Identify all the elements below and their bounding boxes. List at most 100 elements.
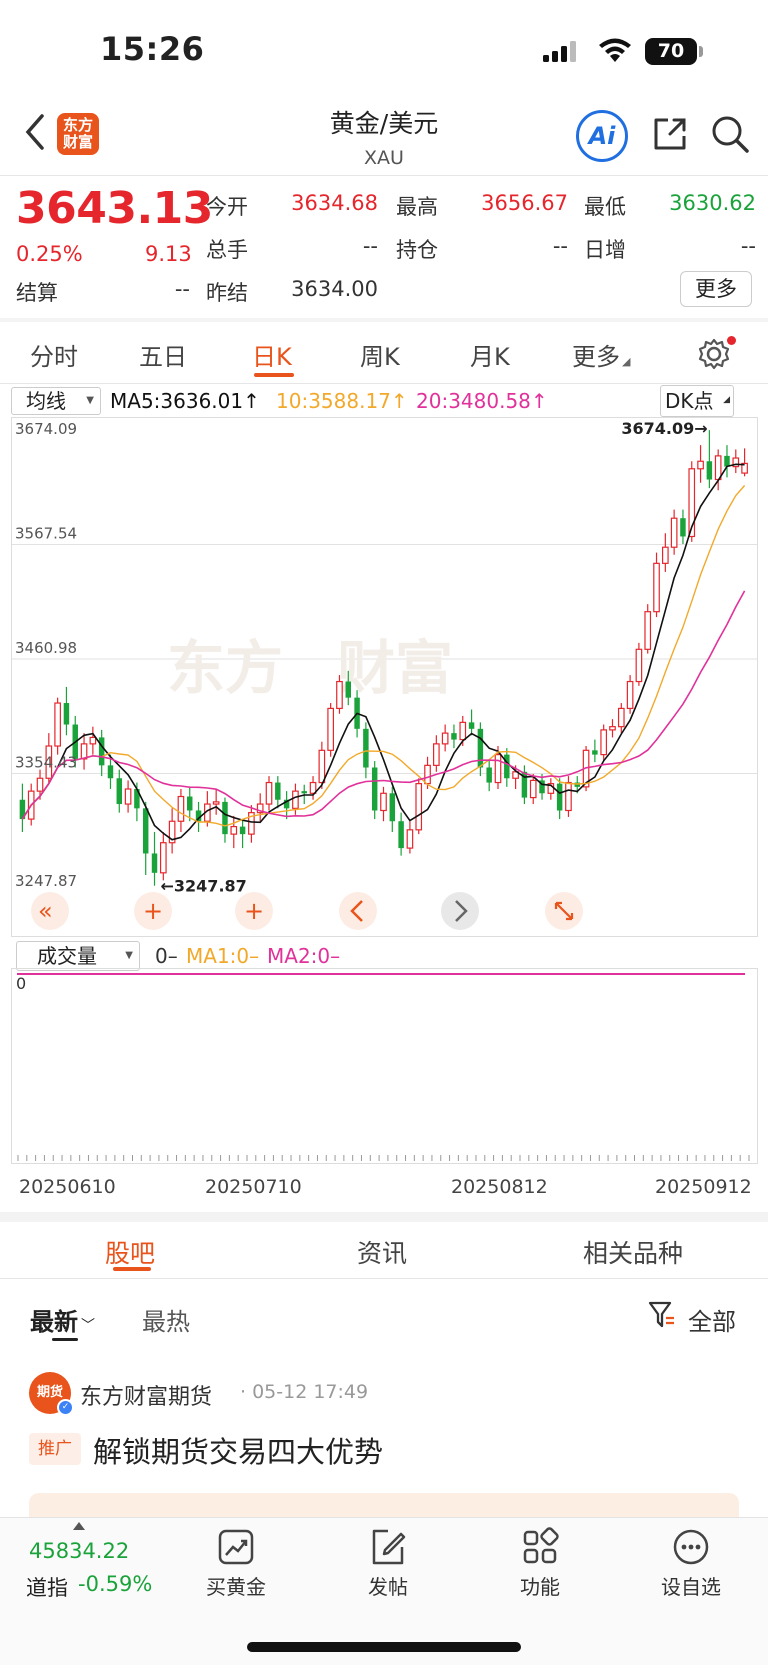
y-tick-label: 3247.87 bbox=[15, 872, 77, 890]
more-quote-button[interactable]: 更多 bbox=[680, 271, 752, 307]
caret-up-icon[interactable] bbox=[73, 1522, 85, 1530]
candle-body bbox=[371, 767, 378, 811]
filter-latest-label: 最新 bbox=[30, 1308, 78, 1336]
post-button[interactable]: 发帖 bbox=[338, 1571, 438, 1600]
volume-chart[interactable]: 0 bbox=[11, 968, 758, 1164]
volume-ma1: MA1:0– bbox=[186, 944, 260, 968]
candle-body bbox=[477, 728, 484, 768]
battery-indicator: 70 bbox=[645, 38, 697, 65]
candle-body bbox=[345, 681, 352, 698]
candle-body bbox=[635, 648, 643, 683]
post-author[interactable]: 东方财富期货 bbox=[80, 1379, 212, 1411]
tab-intraday[interactable]: 分时 bbox=[30, 337, 78, 372]
tab-daily-k[interactable]: 日K bbox=[252, 337, 292, 372]
ma10-value: 10:3588.17↑ bbox=[276, 389, 408, 413]
indicator-select[interactable]: 均线 ▼ bbox=[11, 387, 101, 415]
candle-body bbox=[230, 826, 238, 835]
watermark-logo: 东方 bbox=[167, 634, 283, 702]
plus-icon-left: + bbox=[143, 897, 163, 925]
share-icon[interactable] bbox=[650, 114, 690, 154]
candle-body bbox=[644, 611, 652, 650]
add-watchlist-button[interactable]: 设自选 bbox=[641, 1571, 741, 1600]
filter-all[interactable]: 全部 bbox=[688, 1302, 736, 1337]
position-label: 持仓 bbox=[396, 238, 438, 262]
settings-gear-icon[interactable] bbox=[697, 337, 731, 371]
kline-chart[interactable]: 东方 财富 3674.09 3567.54 3460.98 3354.43 3247.8… bbox=[11, 417, 758, 937]
volume-label: 总手 bbox=[206, 238, 248, 262]
post-time: · 05-12 17:49 bbox=[240, 1381, 369, 1403]
tab-weekly-k[interactable]: 周K bbox=[360, 337, 400, 372]
tab-five-day[interactable]: 五日 bbox=[139, 337, 187, 372]
low-value: 3630.62 bbox=[669, 191, 756, 215]
low-label: 最低 bbox=[584, 195, 626, 219]
candle-body bbox=[116, 778, 123, 805]
candle-body bbox=[626, 680, 634, 710]
candle-body bbox=[89, 736, 97, 745]
tab-news[interactable]: 资讯 bbox=[357, 1234, 407, 1270]
signal-icon bbox=[543, 41, 576, 62]
y-tick-label: 3567.54 bbox=[15, 524, 77, 542]
candle-body bbox=[124, 788, 132, 805]
triangle-down-icon: ◢ bbox=[622, 355, 631, 368]
volume-indicator-select[interactable]: 成交量 ▼ bbox=[16, 941, 140, 971]
candle-body bbox=[239, 826, 246, 835]
candle-body bbox=[107, 765, 114, 779]
buy-gold-chart-icon[interactable] bbox=[216, 1527, 256, 1567]
candle-body bbox=[151, 853, 158, 873]
status-bar: 15:26 70 bbox=[0, 0, 768, 100]
filter-funnel-icon[interactable] bbox=[648, 1300, 676, 1330]
functions-button[interactable]: 功能 bbox=[490, 1571, 590, 1600]
y-tick-label: 3674.09 bbox=[15, 420, 77, 438]
edit-post-icon[interactable] bbox=[368, 1527, 408, 1567]
open-label: 今开 bbox=[206, 195, 248, 219]
filter-latest[interactable]: 最新 ﹀ bbox=[30, 1302, 95, 1337]
index-change[interactable]: -0.59% bbox=[78, 1572, 152, 1596]
post-title[interactable]: 解锁期货交易四大优势 bbox=[93, 1429, 383, 1471]
tab-more[interactable]: 更多 ◢ bbox=[572, 337, 630, 372]
candle-body bbox=[187, 796, 193, 811]
candle-body bbox=[54, 702, 61, 747]
index-name[interactable]: 道指 bbox=[26, 1572, 68, 1602]
wifi-icon bbox=[599, 38, 631, 62]
more-dots-icon[interactable] bbox=[671, 1527, 711, 1567]
tab-more-label: 更多 bbox=[572, 343, 620, 371]
x-tick-label: 20250610 bbox=[19, 1176, 116, 1198]
candle-body bbox=[529, 779, 537, 799]
candle-body bbox=[706, 461, 713, 480]
promo-badge: 推广 bbox=[29, 1433, 81, 1465]
candle-body bbox=[680, 518, 686, 537]
candle-body bbox=[600, 729, 608, 756]
divider bbox=[0, 175, 768, 176]
candle-body bbox=[592, 750, 598, 755]
ai-button[interactable]: Ai bbox=[576, 110, 628, 162]
change-value: 9.13 bbox=[145, 242, 192, 266]
candle-body bbox=[441, 732, 449, 745]
high-label: 最高 bbox=[396, 195, 438, 219]
tab-monthly-k[interactable]: 月K bbox=[470, 337, 510, 372]
tab-forum[interactable]: 股吧 bbox=[105, 1234, 155, 1270]
active-tab-underline bbox=[113, 1267, 151, 1271]
filter-hot[interactable]: 最热 bbox=[142, 1302, 190, 1337]
settle-value: -- bbox=[174, 277, 190, 301]
candle-body bbox=[609, 726, 616, 731]
functions-grid-icon[interactable] bbox=[520, 1527, 560, 1567]
watermark-logo-2: 财富 bbox=[337, 634, 453, 702]
tab-related[interactable]: 相关品种 bbox=[583, 1234, 683, 1270]
chart-controls: « + + bbox=[31, 892, 583, 930]
battery-tip bbox=[699, 46, 703, 57]
volume-axis-zero: 0 bbox=[16, 974, 26, 993]
search-icon[interactable] bbox=[710, 114, 750, 154]
status-time: 15:26 bbox=[100, 30, 205, 68]
dk-point-button[interactable]: DK点 ◢ bbox=[660, 385, 734, 417]
candle-body bbox=[98, 737, 105, 766]
buy-gold-button[interactable]: 买黄金 bbox=[186, 1571, 286, 1600]
ma5-value: MA5:3636.01↑ bbox=[110, 389, 260, 413]
candle-body bbox=[336, 680, 343, 710]
section-divider bbox=[0, 318, 768, 322]
prev-settle-value: 3634.00 bbox=[291, 277, 378, 301]
candle-body bbox=[424, 764, 431, 785]
index-value[interactable]: 45834.22 bbox=[29, 1539, 129, 1563]
change-percent: 0.25% bbox=[16, 242, 83, 266]
candle-body bbox=[486, 767, 492, 783]
candle-body bbox=[36, 777, 44, 792]
